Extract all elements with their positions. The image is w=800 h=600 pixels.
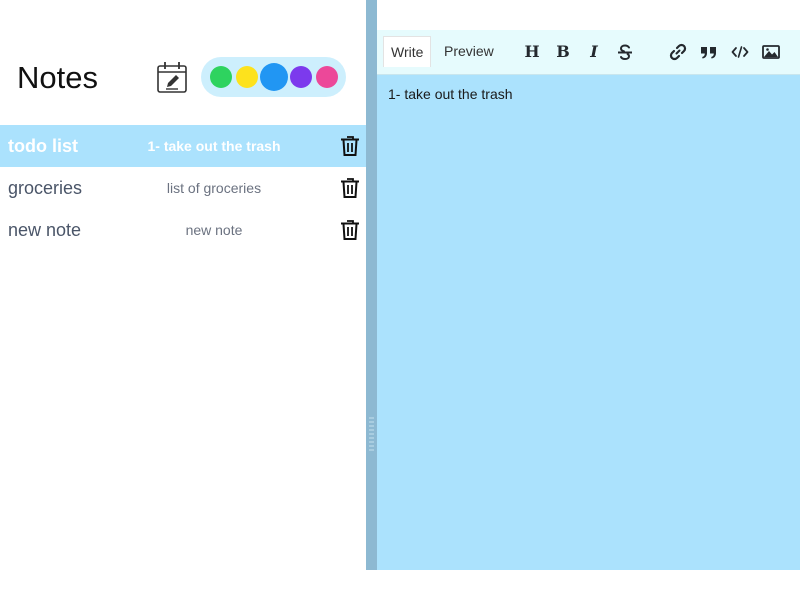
note-title: todo list bbox=[8, 136, 78, 156]
note-item[interactable]: new note new note bbox=[0, 209, 366, 251]
strikethrough-icon bbox=[618, 44, 632, 61]
tab-write[interactable]: Write bbox=[383, 36, 432, 67]
italic-button[interactable]: I bbox=[584, 42, 604, 62]
quote-button[interactable] bbox=[699, 42, 719, 62]
delete-note-button[interactable] bbox=[340, 135, 360, 157]
code-button[interactable] bbox=[730, 42, 750, 62]
link-button[interactable] bbox=[668, 42, 688, 62]
markdown-editor: Write Preview H B I 1- take out the tras… bbox=[377, 30, 800, 570]
quote-icon bbox=[701, 47, 716, 59]
image-icon bbox=[762, 45, 780, 59]
note-item[interactable]: groceries list of groceries bbox=[0, 167, 366, 209]
note-title: new note bbox=[8, 220, 82, 240]
note-preview: new note bbox=[185, 222, 243, 238]
note-item[interactable]: todo list 1- take out the trash bbox=[0, 125, 366, 167]
app-title: Notes bbox=[17, 60, 98, 95]
trash-icon bbox=[341, 136, 359, 156]
trash-icon bbox=[341, 178, 359, 198]
color-swatch-pink[interactable] bbox=[316, 66, 338, 88]
color-picker bbox=[201, 57, 346, 97]
note-list: todo list 1- take out the trash grocerie… bbox=[0, 125, 366, 251]
strikethrough-button[interactable] bbox=[615, 42, 635, 62]
note-preview: 1- take out the trash bbox=[147, 138, 281, 154]
calendar-edit-icon bbox=[157, 62, 187, 93]
code-icon bbox=[731, 46, 749, 58]
color-swatch-blue[interactable] bbox=[260, 63, 288, 91]
new-note-button[interactable] bbox=[156, 60, 188, 94]
pane-resizer[interactable] bbox=[366, 0, 377, 570]
bold-button[interactable]: B bbox=[553, 42, 573, 62]
image-button[interactable] bbox=[761, 42, 781, 62]
note-title: groceries bbox=[8, 178, 83, 198]
delete-note-button[interactable] bbox=[340, 219, 360, 241]
editor-toolbar: Write Preview H B I bbox=[377, 30, 800, 75]
trash-icon bbox=[341, 220, 359, 240]
editor-textarea[interactable]: 1- take out the trash bbox=[388, 86, 513, 102]
color-swatch-purple[interactable] bbox=[290, 66, 312, 88]
tab-preview[interactable]: Preview bbox=[437, 36, 501, 66]
color-swatch-yellow[interactable] bbox=[236, 66, 258, 88]
color-swatch-green[interactable] bbox=[210, 66, 232, 88]
link-icon bbox=[669, 43, 687, 61]
resize-grip[interactable] bbox=[369, 417, 374, 451]
note-preview: list of groceries bbox=[166, 180, 262, 196]
header-button[interactable]: H bbox=[522, 42, 542, 62]
sidebar: Notes todo list 1- take out the trash gr… bbox=[0, 0, 366, 570]
delete-note-button[interactable] bbox=[340, 177, 360, 199]
